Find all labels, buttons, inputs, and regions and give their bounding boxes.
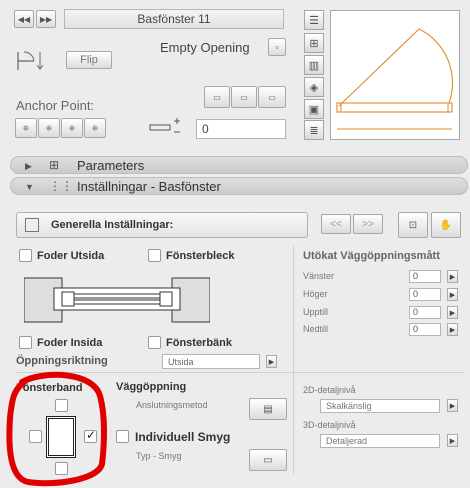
fonsterband-label: Fönsterband xyxy=(16,382,83,394)
nedtill-input[interactable]: 0 xyxy=(409,323,441,336)
typ-smyg-button[interactable]: ▭ xyxy=(249,449,287,471)
anchor-left-button[interactable]: ⁜ xyxy=(15,118,37,138)
vaggoppning-label: Väggöppning xyxy=(116,381,187,393)
anchor-center-button[interactable]: ⁜ xyxy=(38,118,60,138)
uppill-input[interactable]: 0 xyxy=(409,306,441,319)
view-frame-button[interactable]: ▣ xyxy=(304,99,324,119)
offset-icon xyxy=(149,118,180,133)
vanster-label: Vänster xyxy=(303,271,335,281)
offset-input[interactable]: 0 xyxy=(196,119,286,139)
detalj3d-select[interactable]: Detaljerad xyxy=(320,434,440,448)
wall-position-1-button[interactable]: ▭ xyxy=(204,86,230,108)
foder-insida-checkbox[interactable] xyxy=(19,336,32,349)
hoger-input[interactable]: 0 xyxy=(409,288,441,301)
view-list-button[interactable]: ≣ xyxy=(304,120,324,140)
typ-smyg-label: Typ - Smyg xyxy=(136,451,182,461)
anchor-point-label: Anchor Point: xyxy=(16,98,95,113)
view-plan-button[interactable]: ☰ xyxy=(304,10,324,30)
foder-utsida-checkbox[interactable] xyxy=(19,249,32,262)
wall-position-3-button[interactable]: ▭ xyxy=(258,86,286,108)
empty-opening-button[interactable]: ▫ xyxy=(268,38,286,56)
dimension-toggle-button[interactable]: ⊡ xyxy=(398,212,428,238)
anchor-right-button[interactable]: ⁜ xyxy=(84,118,106,138)
anslutningsmetod-button[interactable]: ▤ xyxy=(249,398,287,420)
fonsterbleck-checkbox[interactable] xyxy=(148,249,161,262)
view-3d-button[interactable]: ◈ xyxy=(304,77,324,97)
settings-section[interactable]: ▼ ⋮⋮ Inställningar - Basfönster xyxy=(10,177,468,195)
foder-insida-label: Foder Insida xyxy=(37,337,103,349)
hoger-label: Höger xyxy=(303,289,328,299)
detalj2d-arrow-button[interactable]: ▶ xyxy=(447,399,458,412)
vanster-input[interactable]: 0 xyxy=(409,270,441,283)
prev-element-button[interactable]: ◀◀ xyxy=(14,10,34,28)
door-swing-icon xyxy=(17,51,44,70)
empty-opening-label: Empty Opening xyxy=(160,40,250,55)
detalj3d-label: 3D-detaljnivå xyxy=(303,420,356,430)
prev-page-button[interactable]: << xyxy=(321,214,351,234)
oppningsriktning-arrow-button[interactable]: ▶ xyxy=(266,355,277,368)
fonsterband-window-preview xyxy=(46,416,76,458)
flip-button[interactable]: Flip xyxy=(66,51,112,69)
detalj2d-select[interactable]: Skalkänslig xyxy=(320,399,440,413)
fonsterbleck-label: Fönsterbleck xyxy=(166,250,235,262)
page-select-icon xyxy=(25,218,39,232)
parameters-section-label: Parameters xyxy=(77,158,145,173)
detalj3d-arrow-button[interactable]: ▶ xyxy=(447,434,458,447)
detalj2d-label: 2D-detaljnivå xyxy=(303,385,356,395)
window-section-diagram xyxy=(24,277,210,323)
collapse-arrow-icon: ▼ xyxy=(25,182,34,192)
settings-page-label: Generella Inställningar: xyxy=(51,219,174,231)
horizontal-divider xyxy=(16,372,464,373)
anslutningsmetod-label: Anslutningsmetod xyxy=(136,400,208,410)
wall-position-2-button[interactable]: ▭ xyxy=(231,86,257,108)
uppill-label: Upptill xyxy=(303,307,329,317)
utokat-title: Utökat Väggöppningsmått xyxy=(303,250,440,262)
view-section-button[interactable]: ⊞ xyxy=(304,33,324,53)
hand-tool-button[interactable]: ✋ xyxy=(431,212,461,238)
parameters-section[interactable]: ▶ ⊞ Parameters xyxy=(10,156,468,174)
next-page-button[interactable]: >> xyxy=(353,214,383,234)
settings-page-select[interactable]: Generella Inställningar: xyxy=(16,212,308,238)
fonsterband-top-checkbox[interactable] xyxy=(55,399,68,412)
fonsterbank-label: Fönsterbänk xyxy=(166,337,233,349)
view-elevation-button[interactable]: ▥ xyxy=(304,55,324,75)
fonsterbank-checkbox[interactable] xyxy=(148,336,161,349)
vertical-divider xyxy=(293,246,294,474)
check-mark-icon: ✓ xyxy=(86,428,97,442)
parameters-icon: ⊞ xyxy=(49,158,60,172)
oppningsriktning-label: Öppningsriktning xyxy=(16,355,108,367)
next-element-button[interactable]: ▶▶ xyxy=(36,10,56,28)
settings-section-label: Inställningar - Basfönster xyxy=(77,179,221,194)
individuell-smyg-label: Individuell Smyg xyxy=(135,430,231,444)
settings-icon: ⋮⋮ xyxy=(49,179,73,193)
hoger-arrow-button[interactable]: ▶ xyxy=(447,288,458,301)
vanster-arrow-button[interactable]: ▶ xyxy=(447,270,458,283)
individuell-smyg-checkbox[interactable] xyxy=(116,430,129,443)
preview-panel xyxy=(330,10,460,140)
nedtill-arrow-button[interactable]: ▶ xyxy=(447,323,458,336)
window-preview-drawing xyxy=(336,28,454,130)
expand-arrow-icon: ▶ xyxy=(25,161,32,171)
fonsterband-bottom-checkbox[interactable] xyxy=(55,462,68,475)
uppill-arrow-button[interactable]: ▶ xyxy=(447,306,458,319)
fonsterband-right-checkbox[interactable]: ✓ xyxy=(84,428,97,443)
element-title-field[interactable]: Basfönster 11 xyxy=(64,9,284,29)
foder-utsida-label: Foder Utsida xyxy=(37,250,105,262)
nedtill-label: Nedtill xyxy=(303,324,329,334)
anchor-mid-button[interactable]: ⁜ xyxy=(61,118,83,138)
oppningsriktning-select[interactable]: Utsida xyxy=(162,354,260,369)
fonsterband-left-checkbox[interactable] xyxy=(29,430,42,443)
